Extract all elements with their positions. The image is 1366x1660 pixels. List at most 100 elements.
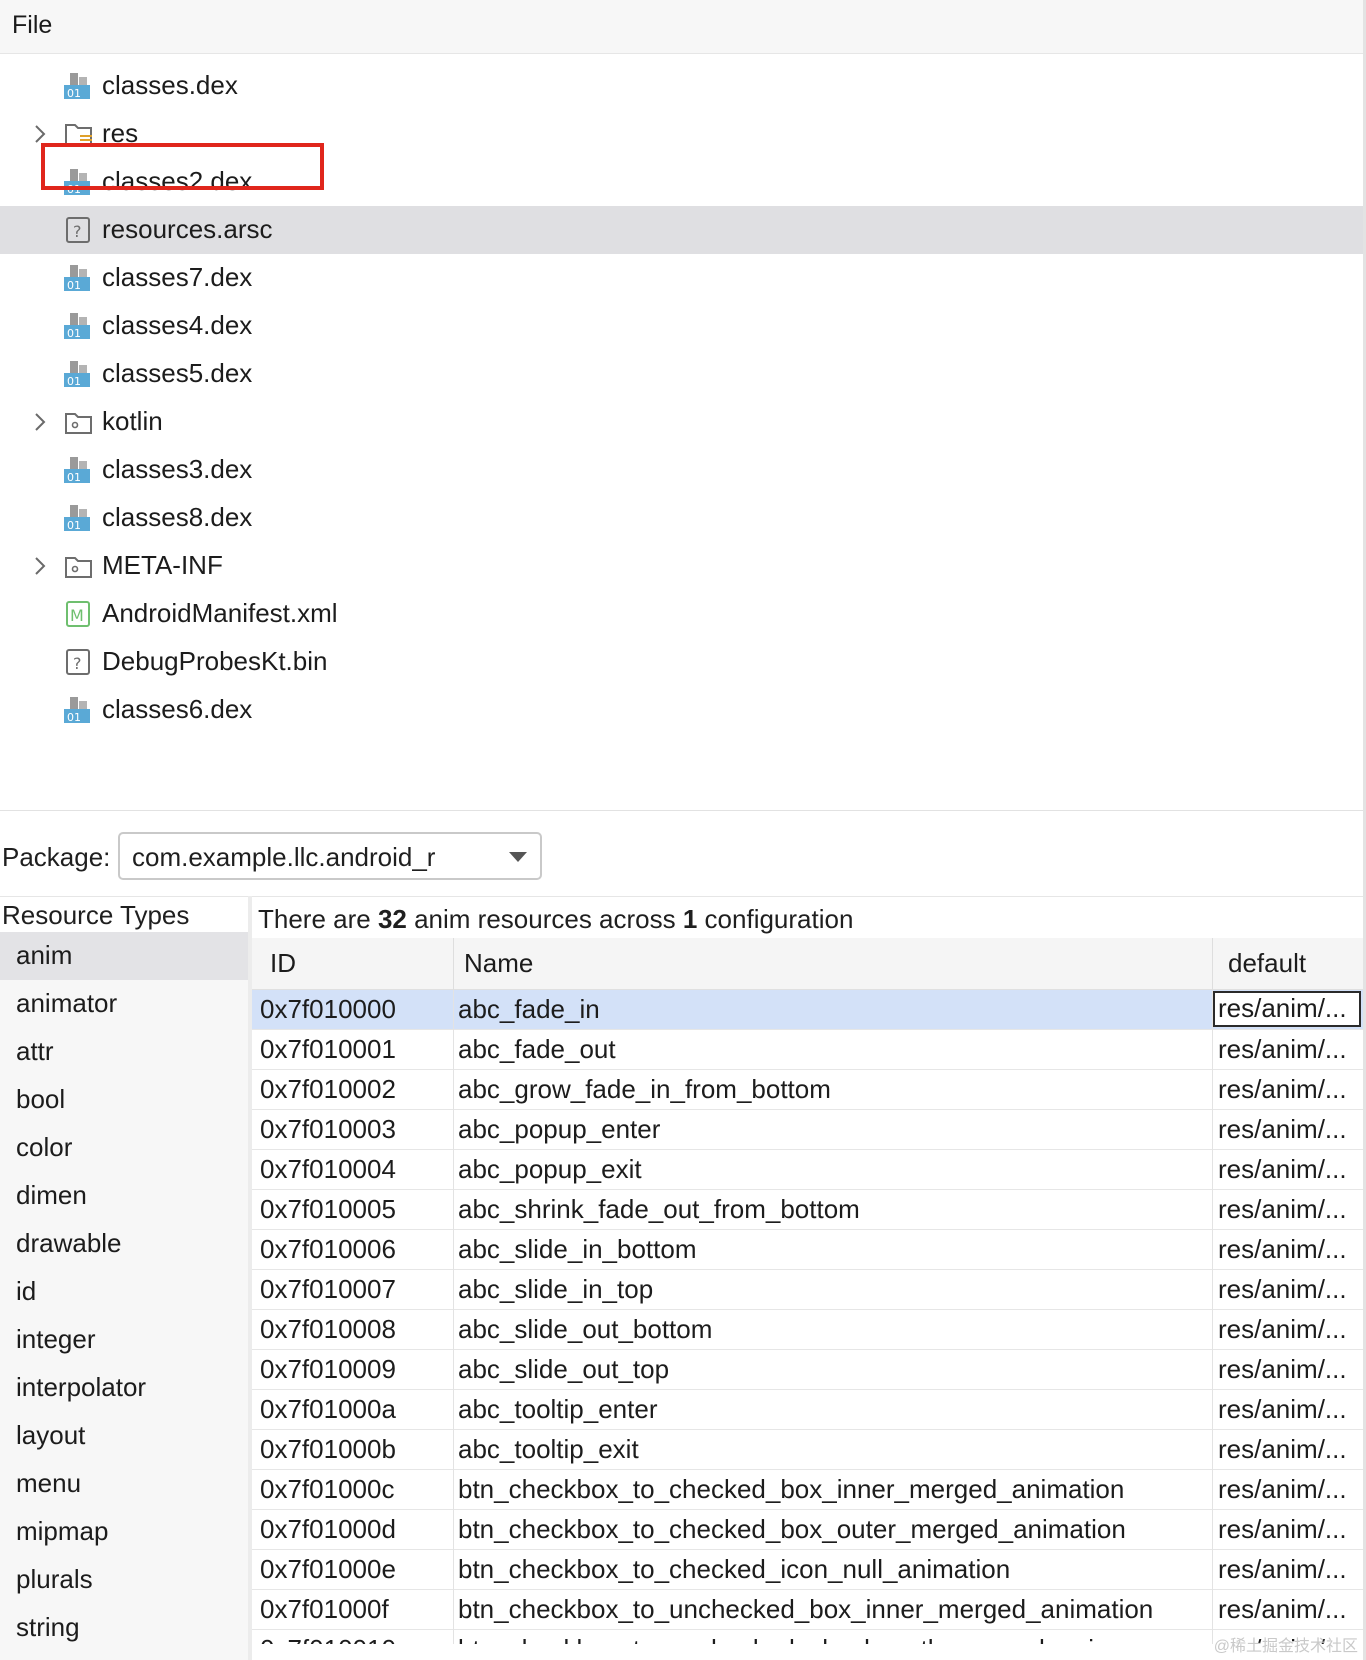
tree-item[interactable]: 01 classes4.dex (0, 302, 1363, 350)
table-row[interactable]: 0x7f010002 abc_grow_fade_in_from_bottom re… (252, 1070, 1363, 1110)
resource-type-item[interactable]: color (0, 1124, 248, 1172)
id-cell[interactable]: 0x7f01000c (260, 1474, 450, 1505)
resource-type-item[interactable]: animator (0, 980, 248, 1028)
id-cell[interactable]: 0x7f010006 (260, 1234, 450, 1265)
table-row[interactable]: 0x7f010004 abc_popup_exit res/anim/... (252, 1150, 1363, 1190)
tree-item[interactable]: 01 classes8.dex (0, 494, 1363, 542)
default-cell[interactable]: res/anim/... (1218, 1114, 1363, 1145)
id-cell[interactable]: 0x7f01000e (260, 1554, 450, 1585)
default-cell[interactable]: res/anim/... (1218, 1434, 1363, 1465)
resource-type-item[interactable]: attr (0, 1028, 248, 1076)
default-cell[interactable]: res/anim/... (1218, 1554, 1363, 1585)
resource-type-item[interactable]: bool (0, 1076, 248, 1124)
resource-type-item[interactable]: drawable (0, 1220, 248, 1268)
resource-type-item[interactable]: interpolator (0, 1364, 248, 1412)
resource-type-label: interpolator (16, 1372, 147, 1402)
resource-type-item[interactable]: string (0, 1604, 248, 1652)
summary-middle: anim resources across (406, 904, 683, 934)
column-separator[interactable] (1212, 938, 1213, 990)
table-row[interactable]: 0x7f010006 abc_slide_in_bottom res/anim/..… (252, 1230, 1363, 1270)
folder-icon (64, 551, 94, 581)
default-cell[interactable]: res/anim/... (1218, 1514, 1363, 1545)
id-cell[interactable]: 0x7f010007 (260, 1274, 450, 1305)
table-row[interactable]: 0x7f01000b abc_tooltip_exit res/anim/... (252, 1430, 1363, 1470)
id-cell[interactable]: 0x7f010009 (260, 1354, 450, 1385)
tree-item[interactable]: ? resources.arsc (0, 206, 1363, 254)
column-header-default[interactable]: default (1228, 948, 1306, 979)
default-cell[interactable]: res/anim/... (1218, 1314, 1363, 1345)
table-row[interactable]: 0x7f010001 abc_fade_out res/anim/... (252, 1030, 1363, 1070)
tree-item-label: classes.dex (102, 70, 238, 100)
tree-item[interactable]: 01 classes.dex (0, 62, 1363, 110)
resource-type-item[interactable]: dimen (0, 1172, 248, 1220)
panel-divider[interactable] (0, 810, 1363, 811)
id-cell[interactable]: 0x7f010001 (260, 1034, 450, 1065)
resource-type-item[interactable]: menu (0, 1460, 248, 1508)
id-cell[interactable]: 0x7f01000b (260, 1434, 450, 1465)
id-cell[interactable]: 0x7f010003 (260, 1114, 450, 1145)
table-row[interactable]: 0x7f01000c btn_checkbox_to_checked_box_in… (252, 1470, 1363, 1510)
tree-item[interactable]: 01 classes5.dex (0, 350, 1363, 398)
id-cell[interactable]: 0x7f010008 (260, 1314, 450, 1345)
id-cell[interactable]: 0x7f010002 (260, 1074, 450, 1105)
default-cell[interactable]: res/anim/... (1218, 1594, 1363, 1625)
default-cell[interactable]: res/anim/... (1218, 1234, 1363, 1265)
resource-type-item[interactable]: id (0, 1268, 248, 1316)
table-row[interactable]: 0x7f01000d btn_checkbox_to_checked_box_ou… (252, 1510, 1363, 1550)
menu-file[interactable]: File (12, 11, 52, 40)
default-cell[interactable]: res/anim/... (1218, 1474, 1363, 1505)
resource-type-item[interactable]: plurals (0, 1556, 248, 1604)
resource-type-label: plurals (16, 1564, 93, 1594)
table-row[interactable]: 0x7f010008 abc_slide_out_bottom res/anim/.… (252, 1310, 1363, 1350)
resource-type-label: id (16, 1276, 37, 1306)
id-cell[interactable]: 0x7f01000a (260, 1394, 450, 1425)
table-row[interactable]: 0x7f01000f btn_checkbox_to_unchecked_box_… (252, 1590, 1363, 1630)
default-cell[interactable]: res/anim/... (1218, 1074, 1363, 1105)
tree-item[interactable]: M AndroidManifest.xml (0, 590, 1363, 638)
default-cell[interactable]: res/anim/... (1218, 1034, 1363, 1065)
package-dropdown[interactable]: com.example.llc.android_r (118, 832, 542, 880)
resource-table: ID Name default 0x7f010000 abc_fade_in res… (252, 938, 1363, 1644)
table-row[interactable]: 0x7f010003 abc_popup_enter res/anim/... (252, 1110, 1363, 1150)
id-cell[interactable]: 0x7f010000 (260, 994, 450, 1025)
default-cell[interactable]: res/anim/... (1213, 991, 1361, 1027)
resource-type-label: attr (16, 1036, 54, 1066)
default-cell[interactable]: res/anim/... (1218, 1354, 1363, 1385)
table-row[interactable]: 0x7f010010btn_checkbox_to_unchecked_chec… (252, 1630, 1363, 1644)
id-cell[interactable]: 0x7f010005 (260, 1194, 450, 1225)
column-separator[interactable] (453, 938, 454, 990)
package-value: com.example.llc.android_r (132, 842, 436, 872)
id-cell[interactable]: 0x7f010004 (260, 1154, 450, 1185)
summary-count: 32 (377, 904, 407, 934)
default-cell[interactable]: res/anim/... (1218, 1274, 1363, 1305)
chevron-right-icon[interactable] (30, 552, 50, 580)
table-row[interactable]: 0x7f010000 abc_fade_in res/anim/... (252, 990, 1363, 1030)
tree-item[interactable]: 01 classes3.dex (0, 446, 1363, 494)
table-row[interactable]: 0x7f010009 abc_slide_out_top res/anim/... (252, 1350, 1363, 1390)
resource-type-label: bool (16, 1084, 66, 1114)
summary-configs: 1 (682, 904, 698, 934)
table-row[interactable]: 0x7f010005 abc_shrink_fade_out_from_botto… (252, 1190, 1363, 1230)
unknown-file-icon: ? (64, 215, 94, 245)
resource-type-item[interactable]: anim (0, 932, 248, 980)
column-header-name[interactable]: Name (464, 948, 533, 979)
table-row[interactable]: 0x7f01000e btn_checkbox_to_checked_icon_n… (252, 1550, 1363, 1590)
tree-item[interactable]: ? DebugProbesKt.bin (0, 638, 1363, 686)
id-cell[interactable]: 0x7f01000d (260, 1514, 450, 1545)
resource-type-item[interactable]: layout (0, 1412, 248, 1460)
default-cell[interactable]: res/anim/... (1218, 1154, 1363, 1185)
tree-item[interactable]: kotlin (0, 398, 1363, 446)
tree-item[interactable]: 01 classes6.dex (0, 686, 1363, 734)
id-cell[interactable]: 0x7f01000f (260, 1594, 450, 1625)
default-cell[interactable]: res/anim/... (1218, 1394, 1363, 1425)
resource-type-item[interactable]: integer (0, 1316, 248, 1364)
column-header-id[interactable]: ID (270, 948, 296, 979)
default-cell[interactable]: res/anim/... (1218, 1194, 1363, 1225)
chevron-right-icon[interactable] (30, 408, 50, 436)
table-row[interactable]: 0x7f010007 abc_slide_in_top res/anim/... (252, 1270, 1363, 1310)
id-cell[interactable]: 0x7f010010 (260, 1634, 450, 1644)
tree-item[interactable]: 01 classes7.dex (0, 254, 1363, 302)
tree-item[interactable]: META-INF (0, 542, 1363, 590)
resource-type-item[interactable]: mipmap (0, 1508, 248, 1556)
table-row[interactable]: 0x7f01000a abc_tooltip_enter res/anim/... (252, 1390, 1363, 1430)
